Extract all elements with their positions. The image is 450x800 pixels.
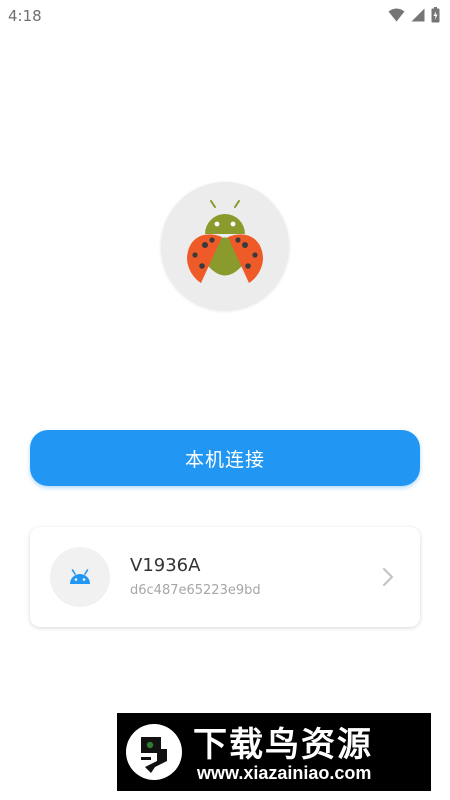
device-serial: d6c487e65223e9bd [130, 583, 261, 598]
device-card[interactable]: V1936A d6c487e65223e9bd [30, 527, 420, 627]
ladybug-android-logo [187, 200, 263, 283]
chevron-right-icon[interactable] [382, 567, 394, 591]
device-avatar [50, 547, 110, 607]
watermark-url: www.xiazainiao.com [197, 763, 372, 783]
device-name: V1936A [130, 555, 201, 576]
status-time: 4:18 [8, 7, 42, 25]
app-logo [161, 182, 289, 310]
status-bar: 4:18 [0, 0, 450, 34]
android-head-icon [70, 569, 90, 584]
watermark-title: 下载鸟资源 [193, 725, 373, 765]
wifi-icon [388, 8, 405, 22]
local-connect-button[interactable]: 本机连接 [30, 430, 420, 486]
status-icons [388, 7, 440, 23]
watermark-banner: 下载鸟资源 www.xiazainiao.com [117, 713, 431, 791]
cellular-signal-icon [411, 8, 425, 22]
bird-logo-icon [125, 723, 183, 785]
battery-icon [431, 7, 440, 23]
